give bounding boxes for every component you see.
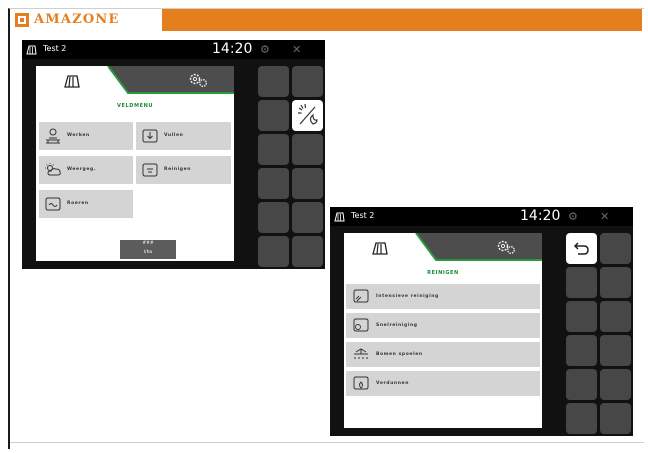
settings-icon[interactable] — [496, 239, 518, 255]
clean-tank-icon — [142, 163, 158, 177]
document-header: AMAZONE — [10, 9, 642, 31]
clock: 14:20 — [520, 208, 561, 224]
menu-title: REINIGEN — [427, 270, 459, 276]
softkey-2[interactable] — [600, 233, 631, 264]
tile-label: Werken — [67, 133, 90, 138]
softkey-12[interactable] — [600, 403, 631, 434]
softkey-2[interactable] — [292, 66, 323, 97]
status-bar: Test 2 14:20 ⚙ ✕ — [22, 40, 325, 59]
softkey-3[interactable] — [566, 267, 597, 298]
stir-tank-icon — [45, 197, 61, 211]
tractor-icon: ⚙ — [568, 210, 578, 223]
machine-icon — [334, 212, 345, 222]
tile-reinigen[interactable]: Reinigen — [136, 156, 231, 184]
amazone-logo-icon — [15, 13, 29, 27]
settings-icon[interactable] — [188, 72, 210, 88]
softkey-8[interactable] — [600, 335, 631, 366]
brand-name: AMAZONE — [34, 12, 120, 27]
softkey-1[interactable] — [258, 66, 289, 97]
softkey-grid — [258, 66, 324, 267]
back-button[interactable] — [566, 233, 597, 264]
row-label: Intensieve reiniging — [376, 294, 439, 299]
softkey-5[interactable] — [258, 134, 289, 165]
softkey-3[interactable] — [258, 100, 289, 131]
bottom-rule — [10, 442, 644, 443]
menu-title: VELDMENU — [116, 103, 154, 109]
boom-rinse-icon — [354, 348, 368, 359]
main-panel: REINIGEN Intensieve reiniging Snelreinig… — [344, 233, 542, 428]
row-snelreiniging[interactable]: Snelreiniging — [346, 313, 540, 338]
row-label: Verdunnen — [376, 381, 409, 386]
rate-unit: l/ha — [143, 249, 153, 255]
softkey-7[interactable] — [258, 168, 289, 199]
softkey-grid — [566, 233, 632, 434]
field-work-icon — [46, 128, 60, 144]
softkey-8[interactable] — [292, 168, 323, 199]
row-label: Snelreiniging — [376, 323, 418, 328]
softkey-6[interactable] — [292, 134, 323, 165]
softkey-11[interactable] — [566, 403, 597, 434]
row-bomen-spoelen[interactable]: Bomen spoelen — [346, 342, 540, 367]
status-bar: Test 2 14:20 ⚙ ✕ — [330, 207, 633, 226]
softkey-11[interactable] — [258, 236, 289, 267]
tile-vullen[interactable]: Vullen — [136, 122, 231, 150]
softkey-9[interactable] — [566, 369, 597, 400]
intensive-clean-icon — [353, 289, 369, 303]
softkey-6[interactable] — [600, 301, 631, 332]
terminal-screen-veldmenu: Test 2 14:20 ⚙ ✕ VELDMENU Werken Vullen … — [22, 40, 325, 269]
row-label: Bomen spoelen — [376, 352, 423, 357]
machine-icon — [26, 45, 37, 55]
tile-label: Roeren — [67, 201, 89, 206]
profile-name: Test 2 — [43, 44, 67, 53]
clock: 14:20 — [212, 41, 253, 57]
machine-tab-icon[interactable] — [372, 241, 388, 255]
tools-icon: ✕ — [292, 43, 302, 56]
softkey-9[interactable] — [258, 202, 289, 233]
row-intensieve-reiniging[interactable]: Intensieve reiniging — [346, 284, 540, 309]
tile-werken[interactable]: Werken — [39, 122, 133, 150]
day-night-icon — [298, 103, 318, 125]
softkey-10[interactable] — [600, 369, 631, 400]
main-panel: VELDMENU Werken Vullen Weergeg. Reinigen… — [36, 66, 234, 261]
profile-name: Test 2 — [351, 211, 375, 220]
tile-roeren[interactable]: Roeren — [39, 190, 133, 218]
fill-tank-icon — [142, 129, 158, 143]
tile-weergeg[interactable]: Weergeg. — [39, 156, 133, 184]
tile-label: Reinigen — [164, 167, 192, 172]
day-night-button[interactable] — [292, 100, 323, 131]
tile-label: Weergeg. — [67, 167, 97, 172]
application-rate-button[interactable]: ### l/ha — [120, 240, 176, 259]
logo-area: AMAZONE — [10, 9, 162, 31]
dilute-icon — [353, 376, 369, 390]
tile-label: Vullen — [164, 133, 184, 138]
tools-icon: ✕ — [600, 210, 610, 223]
softkey-5[interactable] — [566, 301, 597, 332]
tractor-icon: ⚙ — [260, 43, 270, 56]
softkey-7[interactable] — [566, 335, 597, 366]
softkey-4[interactable] — [600, 267, 631, 298]
back-icon — [573, 242, 589, 255]
weather-icon — [45, 163, 61, 176]
terminal-screen-reinigen: Test 2 14:20 ⚙ ✕ REINIGEN Intensieve rei… — [330, 207, 633, 436]
rate-value: ### — [142, 241, 154, 246]
header-bar — [162, 9, 642, 31]
softkey-10[interactable] — [292, 202, 323, 233]
machine-tab-icon[interactable] — [64, 74, 80, 88]
quick-clean-icon — [353, 318, 369, 332]
softkey-12[interactable] — [292, 236, 323, 267]
row-verdunnen[interactable]: Verdunnen — [346, 371, 540, 396]
